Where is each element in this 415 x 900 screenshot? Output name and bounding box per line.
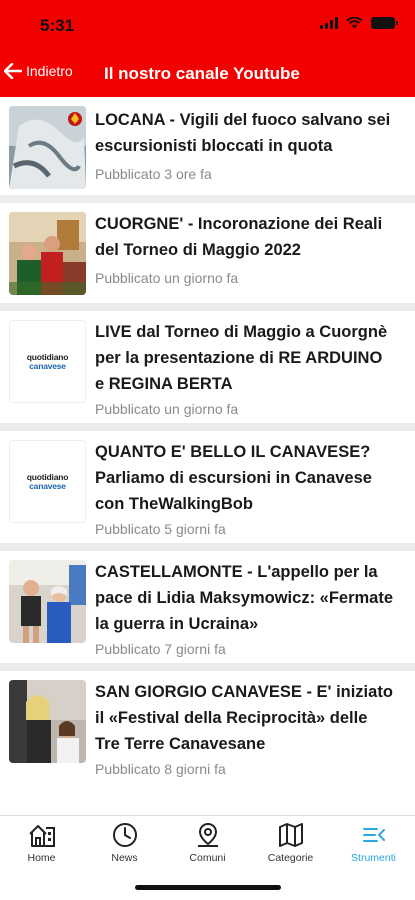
page-title: Il nostro canale Youtube	[104, 64, 300, 83]
logo-line-2: canavese	[29, 480, 66, 491]
logo-line-2: canavese	[29, 360, 66, 371]
app-header: 5:31 Indietro Il nostro canale Youtube	[0, 0, 415, 97]
video-text: LIVE dal Torneo di Maggio a Cuorgnè per …	[95, 319, 395, 418]
video-thumbnail	[9, 212, 86, 295]
battery-icon	[371, 17, 398, 29]
tools-icon	[362, 828, 385, 842]
separator	[0, 195, 415, 203]
video-published: Pubblicato 7 giorni fa	[95, 641, 226, 657]
video-text: CUORGNE' - Incoronazione dei Reali del T…	[95, 211, 395, 287]
tab-label: Strumenti	[351, 852, 396, 864]
nav-bar: Indietro Il nostro canale Youtube	[0, 55, 415, 95]
tab-label: Home	[27, 852, 56, 864]
home-indicator[interactable]	[135, 885, 281, 890]
video-item[interactable]: SAN GIORGIO CANAVESE - E' iniziato il «F…	[0, 671, 415, 815]
video-text: QUANTO E' BELLO IL CANAVESE? Parliamo di…	[95, 439, 395, 538]
separator	[0, 303, 415, 311]
video-published: Pubblicato 5 giorni fa	[95, 521, 226, 537]
channel-logo: quotidiano canavese	[27, 352, 69, 371]
video-thumbnail: quotidiano canavese	[9, 440, 86, 523]
video-title: CASTELLAMONTE - L'appello per la pace di…	[95, 563, 394, 633]
video-list[interactable]: LOCANA - Vigili del fuoco salvano sei es…	[0, 97, 415, 815]
back-label: Indietro	[26, 63, 73, 79]
video-text: SAN GIORGIO CANAVESE - E' iniziato il «F…	[95, 679, 395, 778]
tab-comuni[interactable]: Comuni	[166, 822, 249, 864]
video-title: SAN GIORGIO CANAVESE - E' iniziato il «F…	[95, 683, 393, 753]
channel-logo: quotidiano canavese	[27, 472, 69, 491]
tab-label: Comuni	[189, 852, 226, 864]
signal-icon	[320, 17, 338, 29]
home-icon	[28, 825, 55, 847]
separator	[0, 423, 415, 431]
video-published: Pubblicato 3 ore fa	[95, 166, 212, 182]
status-icons	[320, 17, 398, 29]
video-item[interactable]: CASTELLAMONTE - L'appello per la pace di…	[0, 551, 415, 671]
back-button[interactable]: Indietro	[4, 63, 73, 79]
video-thumbnail: quotidiano canavese	[9, 320, 86, 403]
video-text: CASTELLAMONTE - L'appello per la pace di…	[95, 559, 395, 658]
map-pin-icon	[197, 822, 218, 847]
video-item[interactable]: LOCANA - Vigili del fuoco salvano sei es…	[0, 97, 415, 203]
video-title: CUORGNE' - Incoronazione dei Reali del T…	[95, 215, 383, 259]
video-thumbnail	[9, 106, 86, 189]
video-published: Pubblicato 8 giorni fa	[95, 761, 226, 777]
map-icon	[278, 823, 303, 847]
video-text: LOCANA - Vigili del fuoco salvano sei es…	[95, 107, 395, 183]
clock-icon	[112, 823, 137, 847]
video-published: Pubblicato un giorno fa	[95, 270, 239, 286]
video-item[interactable]: quotidiano canavese LIVE dal Torneo di M…	[0, 311, 415, 431]
video-item[interactable]: CUORGNE' - Incoronazione dei Reali del T…	[0, 203, 415, 317]
tab-home[interactable]: Home	[0, 822, 83, 864]
arrow-left-icon	[4, 63, 22, 79]
status-bar: 5:31	[0, 0, 415, 50]
video-title: LIVE dal Torneo di Maggio a Cuorgnè per …	[95, 323, 388, 393]
tab-strumenti[interactable]: Strumenti	[332, 822, 415, 864]
video-title: LOCANA - Vigili del fuoco salvano sei es…	[95, 111, 391, 155]
separator	[0, 663, 415, 671]
video-item[interactable]: quotidiano canavese QUANTO E' BELLO IL C…	[0, 431, 415, 551]
video-title: QUANTO E' BELLO IL CANAVESE? Parliamo di…	[95, 443, 372, 513]
tab-categorie[interactable]: Categorie	[249, 822, 332, 864]
status-time: 5:31	[40, 16, 75, 35]
separator	[0, 543, 415, 551]
video-thumbnail	[9, 680, 86, 763]
tab-news[interactable]: News	[83, 822, 166, 864]
video-thumbnail	[9, 560, 86, 643]
video-published: Pubblicato un giorno fa	[95, 401, 239, 417]
tab-label: News	[111, 852, 138, 864]
tab-label: Categorie	[267, 852, 314, 864]
wifi-icon	[346, 17, 363, 29]
